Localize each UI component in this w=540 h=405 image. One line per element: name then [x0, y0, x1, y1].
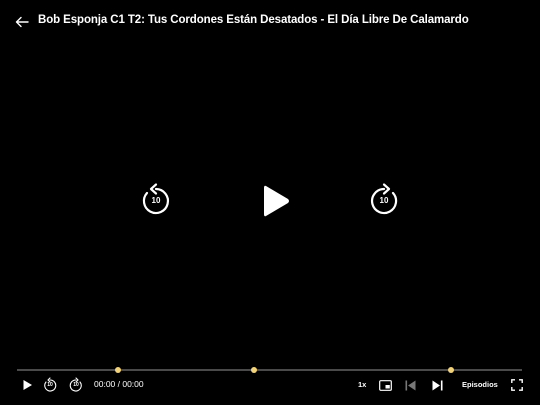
progress-marker[interactable] — [251, 367, 258, 373]
episodes-button[interactable]: Episodios — [462, 380, 498, 389]
progress-marker[interactable] — [448, 367, 455, 373]
rewind-10-button[interactable]: 10 — [138, 182, 174, 218]
previous-episode-button[interactable] — [401, 376, 419, 394]
rewind-10-small-button[interactable]: 10 — [41, 376, 59, 394]
forward-10-small-label: 10 — [73, 382, 79, 388]
previous-episode-icon — [405, 380, 415, 390]
next-episode-button[interactable] — [428, 376, 446, 394]
picture-in-picture-icon — [378, 379, 392, 391]
play-icon — [23, 380, 32, 390]
back-button[interactable] — [12, 12, 32, 32]
picture-in-picture-button[interactable] — [376, 376, 394, 394]
play-icon — [264, 185, 289, 217]
back-arrow-icon — [15, 16, 29, 28]
play-small-button[interactable] — [18, 376, 36, 394]
playback-speed-button[interactable]: 1x — [358, 380, 366, 389]
rewind-10-small-label: 10 — [47, 382, 53, 388]
top-bar: Bob Esponja C1 T2: Tus Cordones Están De… — [0, 0, 540, 44]
time-display: 00:00 / 00:00 — [94, 379, 144, 389]
rewind-10-label: 10 — [151, 196, 161, 205]
fullscreen-button[interactable] — [508, 376, 526, 394]
fullscreen-icon — [511, 379, 523, 391]
play-button[interactable] — [256, 180, 296, 222]
progress-bar[interactable] — [17, 367, 522, 373]
video-player[interactable]: Bob Esponja C1 T2: Tus Cordones Están De… — [0, 0, 540, 405]
forward-10-small-button[interactable]: 10 — [67, 376, 85, 394]
video-title: Bob Esponja C1 T2: Tus Cordones Están De… — [38, 14, 469, 26]
forward-10-button[interactable]: 10 — [366, 182, 402, 218]
bottom-control-bar: 10 10 00:00 / 00:00 1x Episodios — [0, 374, 540, 396]
next-episode-icon — [432, 380, 442, 390]
progress-marker[interactable] — [115, 367, 121, 373]
forward-10-label: 10 — [379, 196, 389, 205]
